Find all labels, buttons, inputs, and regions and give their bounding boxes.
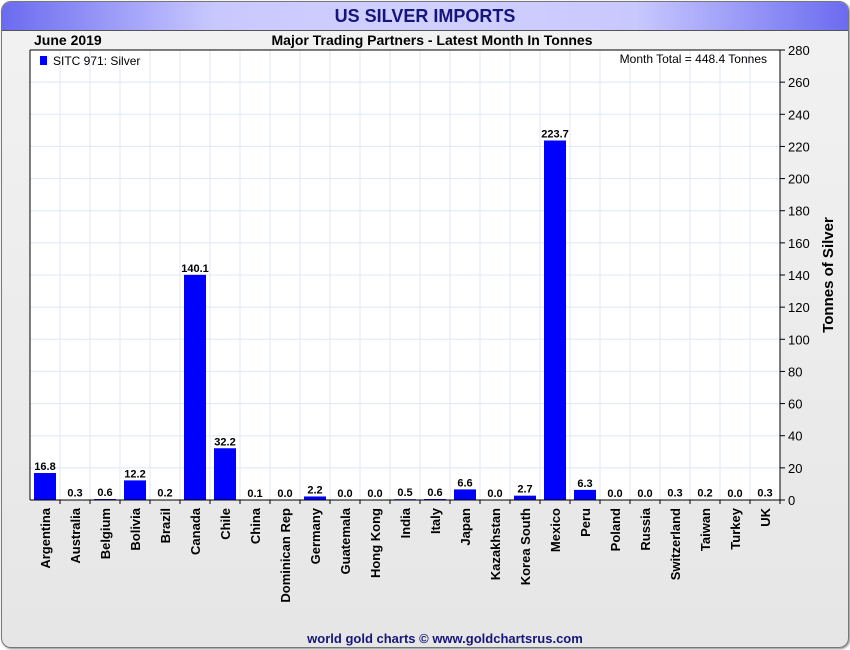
bar-chile xyxy=(214,448,236,500)
data-label: 0.3 xyxy=(757,488,772,500)
data-label: 0.6 xyxy=(427,487,442,499)
y-tick-label: 180 xyxy=(788,204,810,219)
data-label: 0.0 xyxy=(367,488,382,500)
data-label: 0.2 xyxy=(157,488,172,500)
bar-korea-south xyxy=(514,495,536,500)
x-labels: Argentina Australia Belgium Bolivia Brazil Ca… xyxy=(38,500,781,603)
data-label: 223.7 xyxy=(541,128,569,140)
x-tick-label: Peru xyxy=(578,508,593,537)
data-label: 0.0 xyxy=(487,488,502,500)
y-tick-label: 280 xyxy=(788,43,810,58)
bar-germany xyxy=(304,496,326,500)
legend-label: SITC 971: Silver xyxy=(53,54,140,68)
x-tick-label: Belgium xyxy=(98,508,113,559)
data-label: 16.8 xyxy=(34,461,55,473)
data-label: 0.0 xyxy=(607,488,622,500)
bar-japan xyxy=(454,489,476,500)
data-label: 6.6 xyxy=(457,477,472,489)
x-tick-label: Canada xyxy=(188,507,203,555)
y-tick-label: 160 xyxy=(788,236,810,251)
data-label: 32.2 xyxy=(214,436,235,448)
bar-argentina xyxy=(34,473,56,500)
y-tick-label: 80 xyxy=(788,364,802,379)
bar-mexico xyxy=(544,140,566,500)
month-total: Month Total = 448.4 Tonnes xyxy=(620,52,767,66)
x-tick-label: Mexico xyxy=(548,508,563,552)
data-label: 140.1 xyxy=(181,263,209,275)
x-tick-label: Japan xyxy=(458,508,473,546)
x-tick-label: Dominican Rep xyxy=(278,508,293,603)
x-tick-label: Bolivia xyxy=(128,507,143,550)
x-tick-label: Chile xyxy=(218,508,233,540)
x-tick-label: China xyxy=(248,507,263,544)
y-tick-label: 240 xyxy=(788,107,810,122)
x-tick-label: Taiwan xyxy=(698,508,713,551)
y-tick-label: 200 xyxy=(788,172,810,187)
y-tick-label: 20 xyxy=(788,461,802,476)
data-label: 0.2 xyxy=(697,488,712,500)
x-tick-label: Italy xyxy=(428,507,443,534)
data-label: 0.3 xyxy=(67,488,82,500)
data-label: 0.5 xyxy=(397,487,412,499)
y-tick-label: 40 xyxy=(788,429,802,444)
chart-subtitle: Major Trading Partners - Latest Month In… xyxy=(272,32,593,48)
y-tick-label: 0 xyxy=(788,493,795,508)
x-tick-label: Guatemala xyxy=(338,507,353,574)
data-label: 6.3 xyxy=(577,478,592,490)
x-tick-label: Australia xyxy=(68,507,83,563)
data-label: 2.2 xyxy=(307,484,322,496)
x-tick-label: Korea South xyxy=(518,508,533,585)
data-label: 0.0 xyxy=(727,488,742,500)
legend-swatch xyxy=(40,56,47,65)
footer-credit: world gold charts © www.goldchartsrus.co… xyxy=(306,631,583,646)
data-label: 0.3 xyxy=(667,488,682,500)
x-tick-label: Hong Kong xyxy=(368,508,383,578)
x-tick-label: Russia xyxy=(638,507,653,550)
x-tick-label: Kazakhstan xyxy=(488,508,503,580)
data-label: 0.1 xyxy=(247,488,262,500)
x-tick-label: Germany xyxy=(308,507,323,564)
bar-bolivia xyxy=(124,480,146,500)
y-ticks: 0 20 40 60 80 100 120 140 160 180 200 220 240 260 280 xyxy=(780,43,810,508)
x-tick-label: Poland xyxy=(608,508,623,551)
x-tick-label: Turkey xyxy=(728,507,743,549)
x-tick-label: Switzerland xyxy=(668,508,683,580)
bar-chart: June 2019 Major Trading Partners - Lates… xyxy=(29,32,837,646)
y-tick-label: 120 xyxy=(788,300,810,315)
data-label: 0.0 xyxy=(337,488,352,500)
data-label: 0.0 xyxy=(277,488,292,500)
x-tick-label: UK xyxy=(758,507,773,526)
bar-canada xyxy=(184,274,206,500)
data-label: 2.7 xyxy=(517,484,532,496)
y-tick-label: 260 xyxy=(788,75,810,90)
bar-peru xyxy=(574,489,596,500)
y-axis-label: Tonnes of Silver xyxy=(820,217,837,333)
y-tick-label: 60 xyxy=(788,397,802,412)
x-tick-label: India xyxy=(398,507,413,538)
data-label: 12.2 xyxy=(124,468,145,480)
y-tick-label: 140 xyxy=(788,268,810,283)
period-label: June 2019 xyxy=(34,32,102,48)
x-tick-label: Brazil xyxy=(158,508,173,543)
x-tick-label: Argentina xyxy=(38,507,53,568)
data-label: 0.0 xyxy=(637,488,652,500)
y-tick-label: 220 xyxy=(788,139,810,154)
y-tick-label: 100 xyxy=(788,332,810,347)
data-label: 0.6 xyxy=(97,487,112,499)
